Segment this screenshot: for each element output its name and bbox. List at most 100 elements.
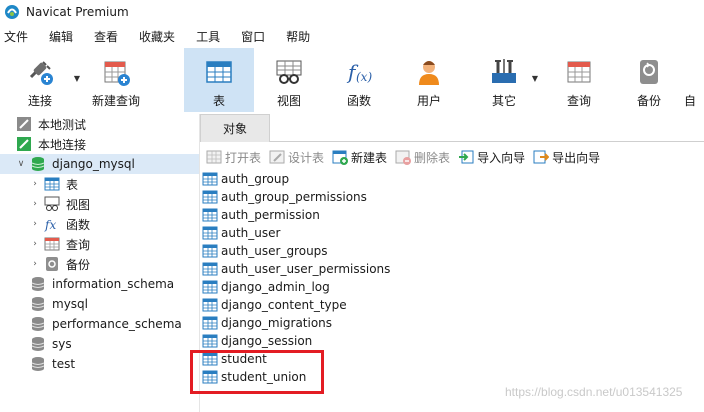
list-item[interactable]: auth_user_user_permissions <box>202 260 704 278</box>
tree-label: sys <box>52 337 72 351</box>
list-item[interactable]: auth_user_groups <box>202 242 704 260</box>
tree-db-mysql[interactable]: mysql <box>0 294 199 314</box>
menu-favorites[interactable]: 收藏夹 <box>131 26 183 48</box>
chevron-down-icon[interactable]: ∨ <box>16 159 26 169</box>
tree-label: 本地测试 <box>38 117 87 132</box>
chevron-right-icon[interactable]: › <box>30 239 40 249</box>
table-icon <box>202 262 218 276</box>
query-icon <box>563 56 595 88</box>
connection-active-icon <box>16 136 32 152</box>
delete-table-label: 删除表 <box>414 150 451 165</box>
tree-item-queries[interactable]: › 查询 <box>0 234 199 254</box>
import-icon <box>458 149 474 165</box>
other-button[interactable]: 其它 ▼ <box>464 48 544 112</box>
function-icon: fx <box>44 216 60 232</box>
tree-db-test[interactable]: test <box>0 354 199 374</box>
query-icon <box>44 236 60 252</box>
list-item[interactable]: django_content_type <box>202 296 704 314</box>
table-button[interactable]: 表 <box>184 48 254 112</box>
design-table-button[interactable]: 设计表 <box>269 149 324 166</box>
delete-table-button[interactable]: 删除表 <box>395 149 450 166</box>
database-icon <box>30 316 46 332</box>
list-item[interactable]: auth_group <box>202 170 704 188</box>
list-item[interactable]: django_session <box>202 332 704 350</box>
database-icon <box>30 276 46 292</box>
new-query-button[interactable]: 新建查询 <box>80 48 152 112</box>
overflow-tool[interactable]: 自 <box>684 48 704 112</box>
menu-help[interactable]: 帮助 <box>278 26 318 48</box>
table-name: django_admin_log <box>221 280 330 294</box>
menu-bar: 文件 编辑 查看 收藏夹 工具 窗口 帮助 <box>0 26 704 48</box>
overflow-label: 自 <box>684 94 697 108</box>
view-icon <box>44 196 60 212</box>
chevron-right-icon[interactable]: › <box>30 219 40 229</box>
tree-db-information-schema[interactable]: information_schema <box>0 274 199 294</box>
menu-file[interactable]: 文件 <box>0 26 36 48</box>
table-icon <box>202 280 218 294</box>
tree-label: mysql <box>52 297 88 311</box>
list-item[interactable]: django_migrations <box>202 314 704 332</box>
user-button[interactable]: 用户 <box>394 48 464 112</box>
tree-item-tables[interactable]: › 表 <box>0 174 199 194</box>
function-button[interactable]: f (x) 函数 <box>324 48 394 112</box>
menu-edit[interactable]: 编辑 <box>41 26 81 48</box>
list-item[interactable]: auth_user <box>202 224 704 242</box>
list-item[interactable]: django_admin_log <box>202 278 704 296</box>
connect-button[interactable]: 连接 ▼ <box>0 48 80 112</box>
user-icon <box>413 56 445 88</box>
tools-icon <box>488 56 520 88</box>
chevron-right-icon[interactable]: › <box>30 199 40 209</box>
annotation-highlight-box <box>190 350 324 394</box>
watermark-text: https://blog.csdn.net/u013541325 <box>505 385 683 399</box>
new-table-icon <box>332 149 349 165</box>
backup-button[interactable]: 备份 <box>614 48 684 112</box>
design-table-icon <box>269 149 285 165</box>
table-name: auth_permission <box>221 208 320 222</box>
tree-connection-local-test[interactable]: 本地测试 <box>0 114 199 134</box>
chevron-right-icon[interactable]: › <box>30 259 40 269</box>
navicat-logo-icon <box>5 5 19 19</box>
table-icon <box>202 190 218 204</box>
tree-connection-local[interactable]: 本地连接 <box>0 134 199 154</box>
menu-window[interactable]: 窗口 <box>233 26 273 48</box>
view-button[interactable]: 视图 <box>254 48 324 112</box>
table-icon <box>202 172 218 186</box>
import-wizard-button[interactable]: 导入向导 <box>458 149 525 166</box>
backup-icon <box>44 256 60 272</box>
import-wizard-label: 导入向导 <box>477 150 526 165</box>
open-table-label: 打开表 <box>225 150 262 165</box>
chevron-down-icon[interactable]: ▼ <box>532 74 538 83</box>
tree-label: test <box>52 357 76 371</box>
tree-db-django-mysql[interactable]: ∨ django_mysql <box>0 154 199 174</box>
menu-tools[interactable]: 工具 <box>188 26 228 48</box>
view-label: 视图 <box>276 94 301 108</box>
table-name: auth_user_user_permissions <box>221 262 391 276</box>
list-item[interactable]: auth_permission <box>202 206 704 224</box>
query-label: 查询 <box>566 94 591 108</box>
query-button[interactable]: 查询 <box>544 48 614 112</box>
tree-item-backups[interactable]: › 备份 <box>0 254 199 274</box>
list-item[interactable]: auth_group_permissions <box>202 188 704 206</box>
export-wizard-button[interactable]: 导出向导 <box>533 149 600 166</box>
tree-item-functions[interactable]: › fx 函数 <box>0 214 199 234</box>
open-table-button[interactable]: 打开表 <box>206 149 261 166</box>
tree-db-performance-schema[interactable]: performance_schema <box>0 314 199 334</box>
table-icon <box>202 334 218 348</box>
table-icon <box>202 316 218 330</box>
tab-objects[interactable]: 对象 <box>200 114 270 142</box>
chevron-right-icon[interactable]: › <box>30 179 40 189</box>
object-tab-bar: 对象 <box>200 114 704 142</box>
table-icon <box>44 176 60 192</box>
tree-item-views[interactable]: › 视图 <box>0 194 199 214</box>
new-table-button[interactable]: 新建表 <box>332 149 387 166</box>
function-label: 函数 <box>346 94 371 108</box>
database-icon <box>30 156 46 172</box>
object-toolbar: 打开表 设计表 新建表 删除表 导入向导 导出向导 <box>200 146 704 168</box>
tree-label: 函数 <box>66 217 91 232</box>
tree-db-sys[interactable]: sys <box>0 334 199 354</box>
window-title: Navicat Premium <box>26 5 129 19</box>
tree-label: information_schema <box>52 277 175 291</box>
main-toolbar: 连接 ▼ 新建查询 表 视图 f (x) 函数 用户 其它 ▼ 查询 备份 自 <box>0 48 704 114</box>
menu-view[interactable]: 查看 <box>86 26 126 48</box>
database-icon <box>30 296 46 312</box>
